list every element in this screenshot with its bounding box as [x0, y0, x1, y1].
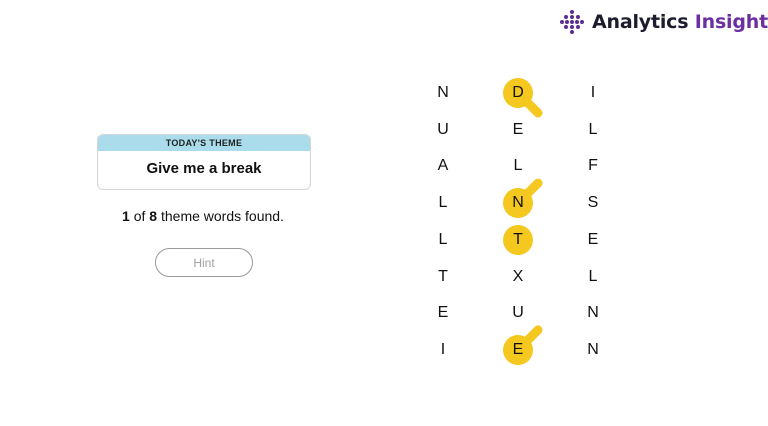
letter-tile-selected[interactable]: N: [503, 188, 533, 219]
selection-path: [513, 88, 543, 355]
letter-board: NUALLTEIDELNTXUEILFSELNN: [0, 0, 768, 426]
letter-tile[interactable]: L: [428, 188, 458, 218]
letter-tile[interactable]: U: [503, 298, 533, 328]
letter-tile[interactable]: E: [428, 298, 458, 328]
letter-tile[interactable]: I: [428, 335, 458, 365]
letter-tile[interactable]: L: [578, 262, 608, 292]
letter-tile[interactable]: L: [428, 225, 458, 255]
letter-tile[interactable]: N: [578, 335, 608, 365]
letter-tile[interactable]: N: [428, 78, 458, 108]
letter-tile[interactable]: E: [578, 225, 608, 255]
letter-tile[interactable]: I: [578, 78, 608, 108]
letter-tile-selected[interactable]: T: [503, 224, 533, 255]
letter-tile[interactable]: T: [428, 262, 458, 292]
letter-tile[interactable]: E: [503, 115, 533, 145]
letter-tile[interactable]: S: [578, 188, 608, 218]
letter-tile[interactable]: N: [578, 298, 608, 328]
letter-tile[interactable]: X: [503, 262, 533, 292]
letter-tile-selected[interactable]: D: [503, 78, 533, 108]
letter-tile[interactable]: L: [578, 115, 608, 145]
letter-tile[interactable]: U: [428, 115, 458, 145]
letter-tile-selected[interactable]: E: [503, 334, 533, 365]
